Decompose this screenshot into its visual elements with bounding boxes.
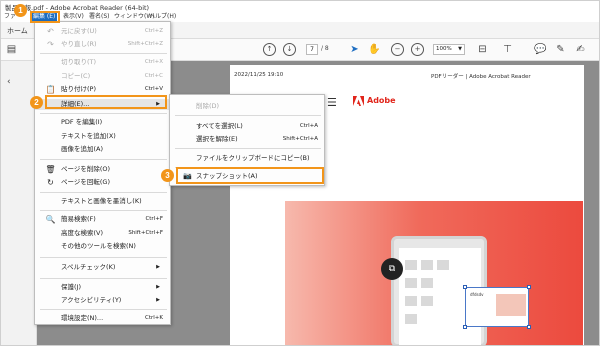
submenu-item-select-all[interactable]: すべてを選択(L) Ctrl+A: [170, 121, 324, 132]
fit-page-icon[interactable]: ⊟: [476, 43, 489, 56]
page-down-icon[interactable]: ↓: [283, 43, 296, 56]
zoom-in-icon[interactable]: +: [411, 43, 424, 56]
search-icon: 🔍: [45, 215, 56, 224]
zoom-level-select[interactable]: 100% ▼: [433, 44, 465, 55]
snapshot-selection[interactable]: dfdsdv: [465, 287, 529, 327]
page-header-title: PDFリーダー | Adobe Acrobat Reader: [431, 74, 531, 80]
hamburger-icon: ☰: [327, 96, 337, 109]
zoom-level-value: 100%: [436, 46, 452, 52]
menu-divider: [40, 53, 167, 54]
tab-home[interactable]: ホーム: [7, 26, 28, 36]
menu-item-rotate-page[interactable]: ↻ ページを回転(G): [35, 177, 170, 188]
menu-item-cut[interactable]: 切り取り(T) Ctrl+X: [35, 57, 170, 68]
menu-divider: [175, 115, 321, 116]
menu-item-add-image[interactable]: 画像を追加(A): [35, 144, 170, 155]
chevron-right-icon: ▶: [156, 264, 160, 270]
snapshot-tool-icon: ⧉: [381, 258, 403, 280]
submenu-item-deselect[interactable]: 選択を解除(E) Shift+Ctrl+A: [170, 134, 324, 145]
thumbnail: [421, 260, 433, 270]
hand-tool-icon[interactable]: ✋: [368, 43, 381, 56]
page-number-input[interactable]: 7: [306, 44, 318, 55]
submenu-item-copy-file[interactable]: ファイルをクリップボードにコピー(B): [170, 153, 324, 164]
page-up-icon[interactable]: ↑: [263, 43, 276, 56]
redo-icon: ↷: [47, 40, 54, 49]
step2-highlight: [45, 95, 167, 109]
menu-divider: [40, 159, 167, 160]
zoom-out-icon[interactable]: −: [391, 43, 404, 56]
card-image: [496, 294, 526, 316]
menu-divider: [40, 257, 167, 258]
selection-handle[interactable]: [463, 285, 467, 289]
acrobat-window: 製品情報.pdf - Adobe Acrobat Reader (64-bit)…: [0, 0, 600, 346]
selection-handle[interactable]: [527, 325, 531, 329]
thumbnail: [421, 278, 433, 288]
menu-item-delete-page[interactable]: 🗑 ページを削除(O): [35, 164, 170, 175]
card-text: dfdsdv: [470, 292, 484, 297]
edit-menu-dropdown: ↶ 元に戻す(U) Ctrl+Z ↷ やり直し(R) Shift+Ctrl+Z …: [34, 21, 171, 325]
adobe-logo-icon: [353, 96, 364, 106]
trash-icon: 🗑: [45, 165, 56, 174]
menu-divider: [40, 210, 167, 211]
step-badge-1: 1: [14, 4, 27, 17]
menu-item-protect[interactable]: 保護(J) ▶: [35, 282, 170, 293]
submenu-item-delete[interactable]: 削除(D): [170, 101, 324, 112]
selection-handle[interactable]: [527, 285, 531, 289]
comment-icon[interactable]: 💬: [534, 43, 547, 56]
select-cursor-icon[interactable]: ➤: [348, 43, 361, 56]
menu-divider: [40, 113, 167, 114]
undo-icon: ↶: [47, 27, 54, 36]
menu-item-search-tools[interactable]: その他のツールを検索(N): [35, 241, 170, 252]
menu-divider: [40, 192, 167, 193]
menu-item-add-text[interactable]: テキストを追加(X): [35, 131, 170, 142]
highlight-pen-icon[interactable]: ✎: [554, 43, 567, 56]
menu-item-find[interactable]: 🔍 簡易検索(F) Ctrl+F: [35, 214, 170, 225]
page-header-date: 2022/11/25 19:10: [234, 72, 284, 78]
collapse-panel-icon[interactable]: ‹: [7, 77, 11, 87]
menu-item-preferences[interactable]: 環境設定(N)... Ctrl+K: [35, 313, 170, 324]
selection-handle[interactable]: [463, 325, 467, 329]
chevron-right-icon: ▶: [156, 284, 160, 290]
draw-icon[interactable]: ✍: [574, 43, 587, 56]
step-badge-2: 2: [30, 96, 43, 109]
menu-item-spellcheck[interactable]: スペルチェック(K) ▶: [35, 262, 170, 273]
clipboard-icon: 📋: [45, 85, 56, 94]
thumbnail: [405, 296, 417, 306]
adobe-wordmark: Adobe: [367, 96, 396, 105]
thumbnail: [421, 296, 433, 306]
thumbnail: [405, 260, 417, 270]
thumbnail: [437, 260, 449, 270]
menu-item-undo[interactable]: ↶ 元に戻す(U) Ctrl+Z: [35, 26, 170, 37]
read-mode-icon[interactable]: ⊤: [501, 43, 514, 56]
step3-highlight: [176, 167, 324, 184]
step-badge-3: 3: [161, 169, 174, 182]
chevron-down-icon: ▼: [458, 46, 462, 52]
menu-item-copy[interactable]: コピー(C) Ctrl+C: [35, 71, 170, 82]
chevron-right-icon: ▶: [156, 297, 160, 303]
rotate-icon: ↻: [47, 178, 54, 187]
menu-item-paste[interactable]: 📋 貼り付け(P) Ctrl+V: [35, 84, 170, 95]
menu-item-advanced-search[interactable]: 高度な検索(V) Shift+Ctrl+F: [35, 228, 170, 239]
menu-item-edit-pdf[interactable]: PDF を編集(I): [35, 117, 170, 128]
menu-item-redact[interactable]: テキストと画像を墨消し(K): [35, 196, 170, 207]
page-total: / 8: [321, 45, 329, 52]
save-icon[interactable]: ▤: [5, 43, 18, 56]
step1-highlight: [30, 11, 60, 23]
menu-item-redo[interactable]: ↷ やり直し(R) Shift+Ctrl+Z: [35, 39, 170, 50]
menu-divider: [40, 309, 167, 310]
menu-item-accessibility[interactable]: アクセシビリティ(Y) ▶: [35, 295, 170, 306]
thumbnail: [405, 278, 417, 288]
menu-divider: [175, 148, 321, 149]
thumbnail: [405, 314, 417, 324]
menu-divider: [40, 278, 167, 279]
